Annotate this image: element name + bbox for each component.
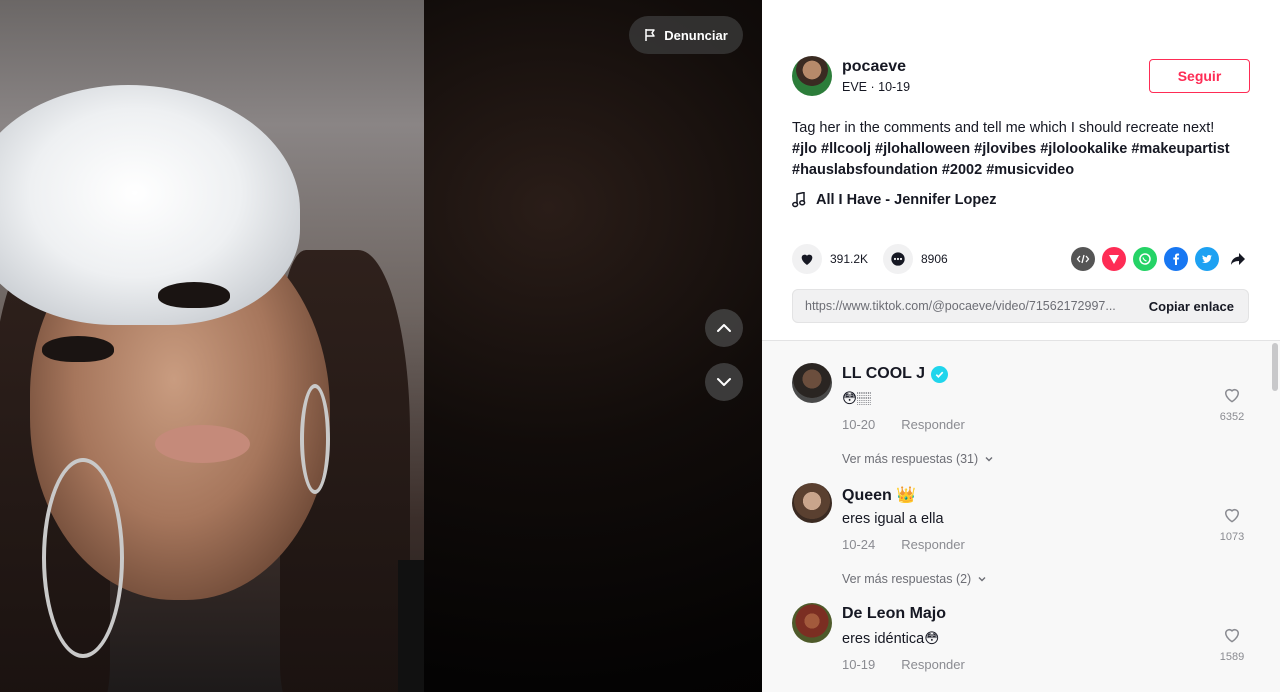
view-more-replies[interactable]: Ver más respuestas (31) [842, 452, 994, 466]
comment-text: 😳🏽 [842, 391, 872, 407]
comment-meta: 10-19 Responder [842, 657, 965, 672]
comment-button[interactable] [883, 244, 913, 274]
follow-button[interactable]: Seguir [1149, 59, 1250, 93]
hashtag[interactable]: #musicvideo [986, 162, 1074, 178]
comment-date: 10-24 [842, 537, 876, 552]
hashtag[interactable]: #hauslabsfoundation [792, 162, 938, 178]
copy-link-box: https://www.tiktok.com/@pocaeve/video/71… [792, 289, 1249, 323]
comment-dots-icon [891, 252, 905, 266]
like-button[interactable] [792, 244, 822, 274]
heart-outline-icon[interactable] [1222, 625, 1242, 645]
embed-icon[interactable] [1071, 247, 1095, 271]
share-icons [1071, 247, 1250, 271]
reply-button[interactable]: Responder [901, 657, 965, 672]
comment-like-count: 6352 [1219, 411, 1245, 423]
verified-badge-icon [930, 365, 948, 383]
music-title: All I Have - Jennifer Lopez [816, 192, 997, 208]
author-username[interactable]: pocaeve [842, 58, 906, 76]
hashtag[interactable]: #jlolookalike [1040, 141, 1127, 157]
video-lips [155, 425, 250, 463]
video-earring-right [300, 384, 330, 494]
view-more-replies-label: Ver más respuestas (2) [842, 572, 972, 586]
music-note-icon [792, 192, 806, 208]
report-button[interactable]: Denunciar [629, 16, 743, 54]
chevron-up-icon [717, 324, 731, 332]
video-info: pocaeve EVE · 10-19 Seguir Tag her in th… [762, 0, 1280, 340]
comment-like-count: 1589 [1219, 651, 1245, 663]
comment-text: eres idéntica😳 [842, 631, 940, 647]
report-label: Denunciar [664, 27, 728, 43]
description-text: Tag her in the comments and tell me whic… [792, 120, 1215, 136]
heart-icon [801, 254, 813, 265]
hashtag[interactable]: #makeupartist [1131, 141, 1229, 157]
video-url[interactable]: https://www.tiktok.com/@pocaeve/video/71… [805, 299, 1135, 313]
copy-link-button[interactable]: Copiar enlace [1149, 299, 1234, 314]
whatsapp-icon[interactable] [1133, 247, 1157, 271]
reply-button[interactable]: Responder [901, 537, 965, 552]
avatar[interactable] [792, 483, 832, 523]
comment-item: Queen 👑 eres igual a ella 10-24 Responde… [792, 483, 1247, 603]
video-description: Tag her in the comments and tell me whic… [792, 118, 1252, 181]
comment-meta: 10-24 Responder [842, 537, 965, 552]
comment-date: 10-20 [842, 417, 876, 432]
hashtag[interactable]: #jlohalloween [875, 141, 970, 157]
comment-list[interactable]: LL COOL J 😳🏽 10-20 Responder 6352 Ver má… [762, 340, 1280, 692]
previous-video-button[interactable] [705, 309, 743, 347]
comment-username-text: LL COOL J [842, 365, 925, 382]
video-frame [0, 0, 424, 692]
chevron-down-icon [985, 457, 993, 462]
hashtag[interactable]: #jlovibes [974, 141, 1036, 157]
chevron-down-icon [717, 378, 731, 386]
video-earring-left [42, 458, 124, 658]
details-panel: pocaeve EVE · 10-19 Seguir Tag her in th… [762, 0, 1280, 692]
hashtag[interactable]: #jlo [792, 141, 817, 157]
comment-like: 1589 [1217, 625, 1247, 663]
comment-meta: 10-20 Responder [842, 417, 965, 432]
video-eye-right [158, 282, 230, 308]
video-eye-left [42, 336, 114, 362]
comment-stat: 8906 [883, 244, 948, 274]
chevron-down-icon [978, 577, 986, 582]
comment-date: 10-19 [842, 657, 876, 672]
comment-username[interactable]: Queen 👑 [842, 485, 916, 505]
view-more-replies-label: Ver más respuestas (31) [842, 452, 979, 466]
music-link[interactable]: All I Have - Jennifer Lopez [792, 192, 997, 208]
video-strap [398, 560, 424, 692]
author-avatar[interactable] [792, 56, 832, 96]
comment-count: 8906 [921, 252, 948, 266]
comment-like: 6352 [1217, 385, 1247, 423]
comment-text: eres igual a ella [842, 511, 944, 527]
comment-scrollbar[interactable] [1272, 343, 1278, 391]
heart-outline-icon[interactable] [1222, 385, 1242, 405]
share-arrow-icon[interactable] [1226, 247, 1250, 271]
author-subline: EVE · 10-19 [842, 80, 911, 94]
comment-username[interactable]: LL COOL J [842, 365, 948, 383]
like-stat: 391.2K [792, 244, 868, 274]
action-bar: 391.2K 8906 [792, 244, 1250, 274]
like-count: 391.2K [830, 252, 869, 266]
comment-item: LL COOL J 😳🏽 10-20 Responder 6352 Ver má… [792, 363, 1247, 483]
twitter-icon[interactable] [1195, 247, 1219, 271]
avatar[interactable] [792, 603, 832, 643]
comment-like-count: 1073 [1219, 531, 1245, 543]
facebook-icon[interactable] [1164, 247, 1188, 271]
reply-button[interactable]: Responder [901, 417, 965, 432]
avatar[interactable] [792, 363, 832, 403]
next-video-button[interactable] [705, 363, 743, 401]
comment-like: 1073 [1217, 505, 1247, 543]
send-icon[interactable] [1102, 247, 1126, 271]
comment-item: De Leon Majo eres idéntica😳 10-19 Respon… [792, 603, 1247, 692]
heart-outline-icon[interactable] [1222, 505, 1242, 525]
flag-icon [645, 29, 655, 41]
video-hat [0, 85, 300, 325]
hashtag[interactable]: #2002 [942, 162, 982, 178]
hashtag[interactable]: #llcoolj [821, 141, 871, 157]
video-player[interactable]: Denunciar [0, 0, 762, 692]
comment-username[interactable]: De Leon Majo [842, 605, 946, 623]
view-more-replies[interactable]: Ver más respuestas (2) [842, 572, 987, 586]
